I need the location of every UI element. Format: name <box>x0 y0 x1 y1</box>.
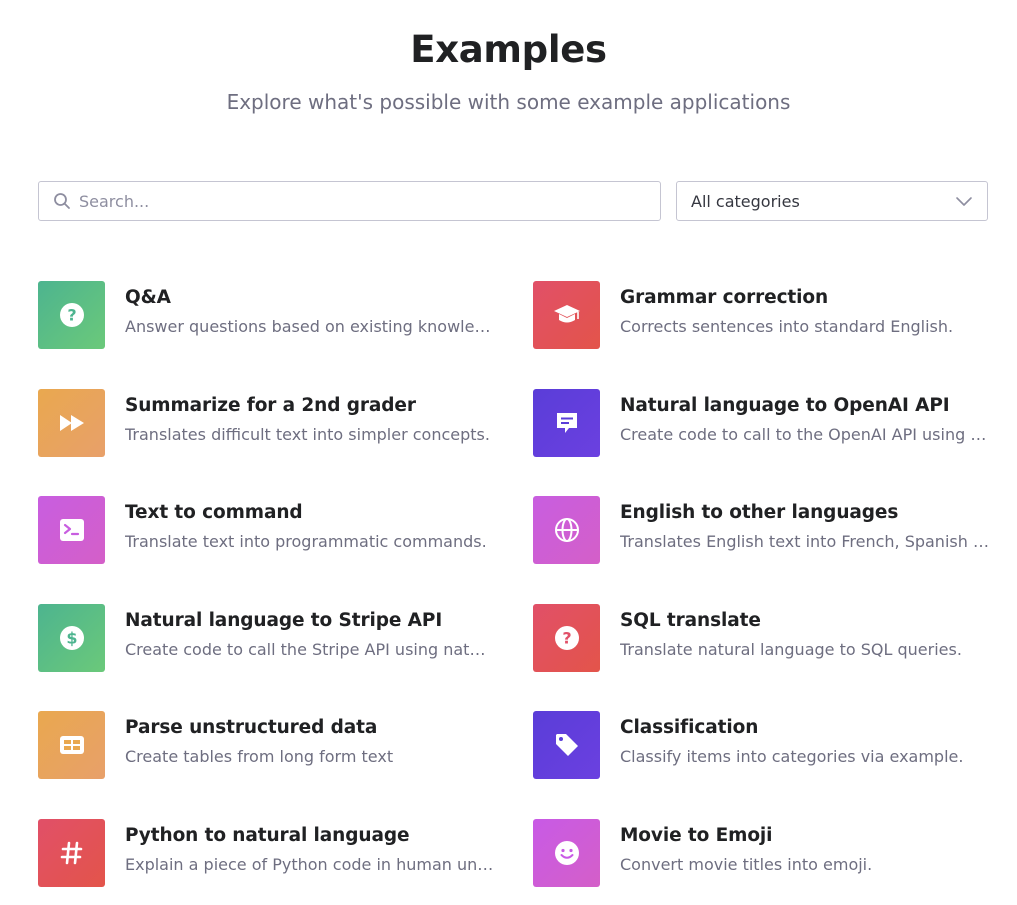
svg-text:?: ? <box>562 629 571 648</box>
smiley-icon <box>554 840 580 866</box>
example-title: Summarize for a 2nd grader <box>125 395 416 416</box>
chat-bubble-icon <box>554 410 580 436</box>
terminal-icon <box>59 518 85 542</box>
example-title: Natural language to OpenAI API <box>620 395 950 416</box>
svg-text:$: $ <box>66 629 77 648</box>
example-text-to-command[interactable]: Text to command Translate text into prog… <box>38 496 498 564</box>
example-title: Grammar correction <box>620 287 829 308</box>
category-select[interactable]: All categories <box>676 181 988 221</box>
example-summarize-2nd-grader[interactable]: Summarize for a 2nd grader Translates di… <box>38 389 498 457</box>
globe-icon <box>554 517 580 543</box>
example-title: Parse unstructured data <box>125 717 378 738</box>
example-title: Movie to Emoji <box>620 825 773 846</box>
tag-icon <box>554 732 580 758</box>
example-python-to-natural-language[interactable]: Python to natural language Explain a pie… <box>38 819 498 887</box>
example-english-to-other-languages[interactable]: English to other languages Translates En… <box>533 496 993 564</box>
search-box[interactable] <box>38 181 661 221</box>
example-title: Q&A <box>125 287 171 308</box>
example-description: Classify items into categories via examp… <box>620 747 964 766</box>
example-grammar-correction[interactable]: Grammar correction Corrects sentences in… <box>533 281 993 349</box>
example-qa[interactable]: ? Q&A Answer questions based on existing… <box>38 281 498 349</box>
example-tile: $ <box>38 604 105 672</box>
example-description: Create code to call to the OpenAI API us… <box>620 425 990 444</box>
question-icon: ? <box>59 302 85 328</box>
example-tile <box>533 711 600 779</box>
example-tile <box>38 819 105 887</box>
example-tile <box>533 389 600 457</box>
fast-forward-icon <box>59 414 85 432</box>
example-tile <box>38 711 105 779</box>
example-tile <box>533 819 600 887</box>
example-description: Translates English text into French, Spa… <box>620 532 990 551</box>
example-tile <box>533 281 600 349</box>
page-subtitle: Explore what's possible with some exampl… <box>226 90 791 114</box>
example-description: Create code to call the Stripe API using… <box>125 640 495 659</box>
page-title: Examples <box>410 28 607 71</box>
example-classification[interactable]: Classification Classify items into categ… <box>533 711 993 779</box>
question-icon: ? <box>554 625 580 651</box>
example-tile: ? <box>533 604 600 672</box>
example-natural-language-openai-api[interactable]: Natural language to OpenAI API Create co… <box>533 389 993 457</box>
example-title: English to other languages <box>620 502 899 523</box>
example-natural-language-stripe-api[interactable]: $ Natural language to Stripe API Create … <box>38 604 498 672</box>
example-title: Classification <box>620 717 759 738</box>
example-tile <box>533 496 600 564</box>
example-description: Explain a piece of Python code in human … <box>125 855 495 874</box>
example-description: Translates difficult text into simpler c… <box>125 425 490 444</box>
search-icon <box>53 191 73 211</box>
graduation-cap-icon <box>553 302 581 328</box>
svg-text:?: ? <box>67 306 76 325</box>
example-title: Python to natural language <box>125 825 410 846</box>
example-movie-to-emoji[interactable]: Movie to Emoji Convert movie titles into… <box>533 819 993 887</box>
example-sql-translate[interactable]: ? SQL translate Translate natural langua… <box>533 604 993 672</box>
example-description: Convert movie titles into emoji. <box>620 855 873 874</box>
example-title: Text to command <box>125 502 303 523</box>
table-icon <box>59 735 85 755</box>
search-input[interactable] <box>79 182 660 220</box>
chevron-down-icon <box>955 192 973 210</box>
example-description: Translate text into programmatic command… <box>125 532 487 551</box>
example-tile: ? <box>38 281 105 349</box>
example-description: Translate natural language to SQL querie… <box>620 640 962 659</box>
example-description: Create tables from long form text <box>125 747 394 766</box>
example-description: Corrects sentences into standard English… <box>620 317 954 336</box>
example-title: SQL translate <box>620 610 761 631</box>
hash-icon <box>60 841 84 865</box>
dollar-icon: $ <box>59 625 85 651</box>
example-tile <box>38 389 105 457</box>
example-parse-unstructured-data[interactable]: Parse unstructured data Create tables fr… <box>38 711 498 779</box>
example-title: Natural language to Stripe API <box>125 610 443 631</box>
example-tile <box>38 496 105 564</box>
category-select-value: All categories <box>691 191 800 211</box>
example-description: Answer questions based on existing knowl… <box>125 317 495 336</box>
